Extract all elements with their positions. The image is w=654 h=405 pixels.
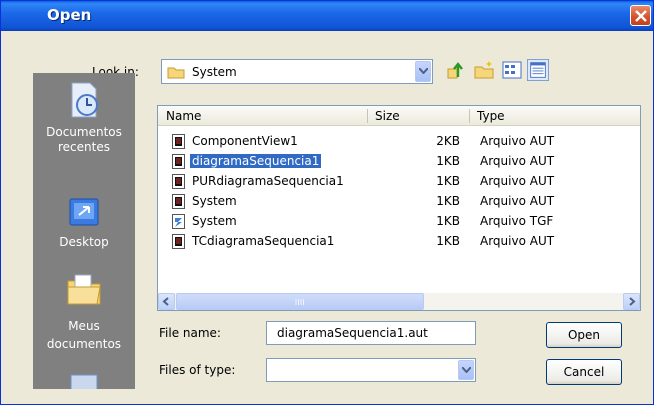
file-name: System bbox=[192, 194, 237, 208]
close-button[interactable] bbox=[630, 5, 651, 26]
file-row[interactable]: PURdiagramaSequencia1 1KB Arquivo AUT bbox=[158, 172, 640, 191]
file-list[interactable]: Name Size Type ComponentView1 2KB Arquiv… bbox=[157, 105, 641, 311]
desktop-icon bbox=[69, 198, 99, 226]
place-my-documents[interactable]: Meus documentos bbox=[33, 269, 135, 353]
file-row[interactable]: System 1KB Arquivo TGF bbox=[158, 212, 640, 231]
file-size: 1KB bbox=[436, 174, 460, 188]
cancel-button[interactable]: Cancel bbox=[546, 359, 622, 385]
column-header-size[interactable]: Size bbox=[367, 106, 469, 126]
look-in-value: System bbox=[192, 65, 237, 79]
file-name: ComponentView1 bbox=[192, 134, 298, 148]
open-button[interactable]: Open bbox=[546, 322, 622, 348]
chevron-down-icon bbox=[419, 68, 428, 74]
places-bar: Documentos recentes Desktop Meus documen… bbox=[33, 73, 135, 389]
aut-file-icon bbox=[172, 234, 185, 249]
place-label: Desktop bbox=[59, 235, 109, 249]
file-type: Arquivo AUT bbox=[480, 154, 555, 168]
aut-file-icon bbox=[172, 174, 185, 189]
window-title: Open bbox=[47, 6, 92, 24]
scroll-left-button[interactable] bbox=[158, 293, 175, 310]
file-row[interactable]: System 1KB Arquivo AUT bbox=[158, 192, 640, 211]
title-bar[interactable]: Open bbox=[1, 1, 653, 31]
column-divider[interactable] bbox=[367, 109, 368, 123]
file-row[interactable]: diagramaSequencia1 1KB Arquivo AUT bbox=[158, 152, 640, 171]
grip-icon bbox=[295, 299, 304, 305]
file-type: Arquivo AUT bbox=[480, 174, 555, 188]
file-size: 1KB bbox=[436, 154, 460, 168]
file-size: 2KB bbox=[436, 134, 460, 148]
file-type: Arquivo AUT bbox=[480, 134, 555, 148]
place-recent-documents[interactable]: Documentos recentes bbox=[33, 79, 135, 155]
column-header-name[interactable]: Name bbox=[158, 106, 367, 126]
horizontal-scrollbar[interactable] bbox=[158, 293, 640, 310]
chevron-left-icon bbox=[162, 297, 169, 306]
recent-documents-icon bbox=[71, 82, 98, 118]
look-in-dropdown-button[interactable] bbox=[415, 61, 431, 82]
file-name: System bbox=[192, 214, 237, 228]
file-name: TCdiagramaSequencia1 bbox=[192, 234, 335, 248]
files-of-type-label: Files of type: bbox=[159, 363, 236, 377]
file-name-input[interactable]: diagramaSequencia1.aut bbox=[266, 321, 476, 345]
chevron-down-icon bbox=[462, 367, 471, 373]
files-of-type-select[interactable] bbox=[266, 358, 476, 382]
file-row[interactable]: TCdiagramaSequencia1 1KB Arquivo AUT bbox=[158, 232, 640, 251]
new-folder-icon[interactable] bbox=[473, 59, 495, 81]
aut-file-icon bbox=[172, 194, 185, 209]
folder-icon bbox=[167, 67, 185, 79]
my-computer-icon bbox=[70, 374, 98, 389]
file-name-selected: diagramaSequencia1 bbox=[190, 154, 322, 168]
file-size: 1KB bbox=[436, 234, 460, 248]
place-my-computer[interactable] bbox=[33, 369, 135, 389]
chevron-right-icon bbox=[629, 297, 636, 306]
aut-file-icon bbox=[172, 134, 185, 149]
column-divider[interactable] bbox=[469, 109, 470, 123]
file-type: Arquivo AUT bbox=[480, 194, 555, 208]
file-name-label: File name: bbox=[159, 326, 221, 340]
file-type: Arquivo TGF bbox=[480, 214, 554, 228]
details-view-icon[interactable] bbox=[527, 59, 549, 81]
column-header-type[interactable]: Type bbox=[469, 106, 640, 126]
file-row[interactable]: ComponentView1 2KB Arquivo AUT bbox=[158, 132, 640, 151]
close-icon bbox=[635, 10, 647, 22]
scroll-thumb[interactable] bbox=[176, 293, 424, 310]
my-documents-icon bbox=[67, 274, 101, 305]
view-menu-icon[interactable] bbox=[501, 59, 523, 81]
place-label: Meus documentos bbox=[46, 319, 122, 351]
file-type: Arquivo AUT bbox=[480, 234, 555, 248]
open-dialog: Open Look in: System Documentos recentes… bbox=[0, 0, 654, 405]
scroll-right-button[interactable] bbox=[623, 293, 640, 310]
aut-file-icon bbox=[172, 154, 185, 169]
file-name-value: diagramaSequencia1.aut bbox=[277, 326, 428, 340]
files-of-type-dropdown-button[interactable] bbox=[458, 360, 474, 380]
file-size: 1KB bbox=[436, 214, 460, 228]
file-name: PURdiagramaSequencia1 bbox=[192, 174, 344, 188]
tgf-file-icon bbox=[172, 214, 185, 229]
place-label: Documentos recentes bbox=[46, 125, 122, 154]
up-one-level-icon[interactable] bbox=[445, 59, 467, 81]
file-size: 1KB bbox=[436, 194, 460, 208]
place-desktop[interactable]: Desktop bbox=[33, 195, 135, 249]
look-in-select[interactable]: System bbox=[161, 59, 433, 84]
